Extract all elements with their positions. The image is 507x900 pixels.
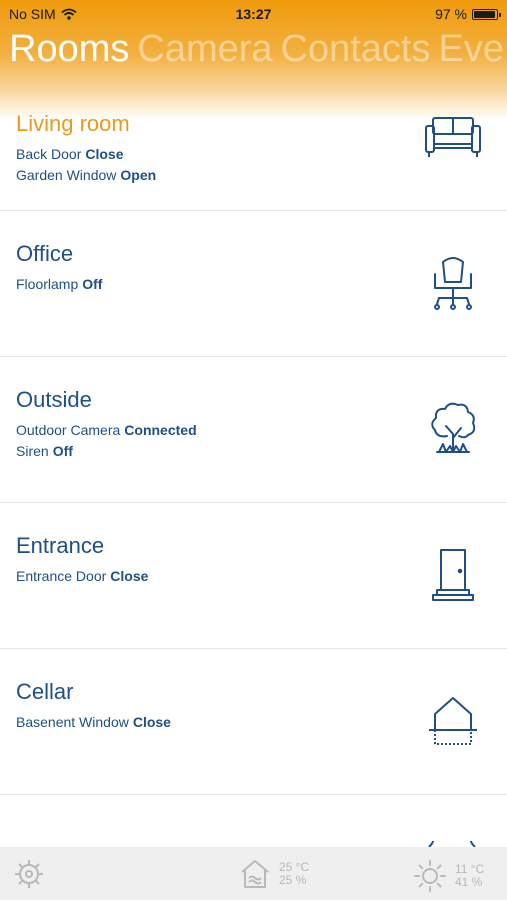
device-value: Open <box>120 167 157 183</box>
device-value: Off <box>52 443 73 459</box>
room-entrance[interactable]: Entrance Entrance Door Close <box>0 503 507 649</box>
device-status: Basenent Window Close <box>16 712 171 733</box>
device-status: Siren Off <box>16 441 197 462</box>
tab-camera[interactable]: Camera <box>137 28 272 71</box>
device-status: Garden Window Open <box>16 165 156 186</box>
indoor-humidity: 25 % <box>279 873 307 887</box>
battery-group: 97 % <box>435 6 501 22</box>
device-status: Floorlamp Off <box>16 274 102 295</box>
tab-rooms[interactable]: Rooms <box>9 28 129 71</box>
room-outside[interactable]: Outside Outdoor Camera Connected Siren Off <box>0 357 507 503</box>
room-name: Living room <box>16 111 130 136</box>
room-cellar[interactable]: Cellar Basenent Window Close <box>0 649 507 795</box>
door-icon <box>421 544 485 608</box>
sun-icon <box>414 860 446 892</box>
device-label: Siren <box>16 443 49 459</box>
tab-bar: Rooms Camera Contacts Eve <box>9 28 507 71</box>
rooms-list: Living room Back Door Close Garden Window… <box>0 93 507 795</box>
outdoor-humidity: 41 % <box>455 875 483 889</box>
device-value: Connected <box>124 422 197 438</box>
room-name: Outside <box>16 387 92 412</box>
next-room-partial <box>0 797 507 847</box>
device-value: Off <box>82 276 103 292</box>
device-status: Entrance Door Close <box>16 566 148 587</box>
device-label: Outdoor Camera <box>16 422 121 438</box>
bottom-bar: 25 °C 25 % 11 °C 41 % <box>0 847 507 900</box>
room-name: Office <box>16 241 74 266</box>
battery-percent: 97 % <box>435 6 467 22</box>
device-value: Close <box>132 714 171 730</box>
status-bar: No SIM 13:27 97 % <box>0 0 507 28</box>
device-label: Back Door <box>16 146 82 162</box>
room-name: Entrance <box>16 533 105 558</box>
indoor-climate[interactable]: 25 °C 25 % <box>239 859 309 889</box>
device-label: Floorlamp <box>16 276 79 292</box>
room-office[interactable]: Office Floorlamp Off <box>0 211 507 357</box>
device-status: Outdoor Camera Connected <box>16 420 197 441</box>
tab-events[interactable]: Eve <box>439 28 504 71</box>
device-label: Garden Window <box>16 167 117 183</box>
settings-gear-icon[interactable] <box>12 857 46 891</box>
clock: 13:27 <box>235 6 272 22</box>
battery-icon <box>472 8 501 20</box>
room-name: Cellar <box>16 679 74 704</box>
room-living-room[interactable]: Living room Back Door Close Garden Window… <box>0 93 507 211</box>
tab-contacts[interactable]: Contacts <box>281 28 431 71</box>
house-icon <box>241 860 269 888</box>
device-value: Close <box>110 568 149 584</box>
outdoor-climate[interactable]: 11 °C 41 % <box>413 859 484 893</box>
office-chair-icon <box>421 252 485 316</box>
cellar-icon <box>421 690 485 754</box>
device-status: Back Door Close <box>16 144 156 165</box>
device-label: Entrance Door <box>16 568 107 584</box>
sofa-icon <box>421 105 485 169</box>
tree-icon <box>421 398 485 462</box>
device-label: Basenent Window <box>16 714 129 730</box>
device-value: Close <box>85 146 124 162</box>
